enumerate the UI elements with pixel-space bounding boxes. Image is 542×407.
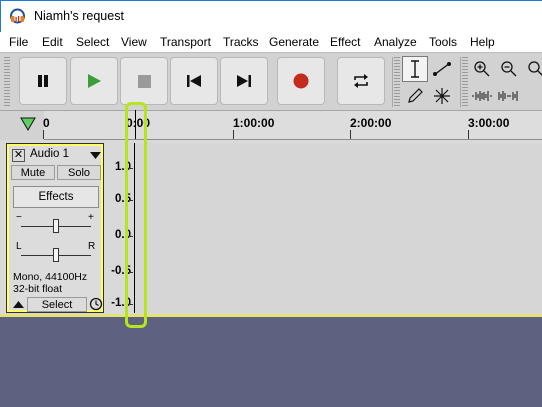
menu-analyze[interactable]: Analyze — [374, 35, 417, 49]
window-title: Niamh's request — [34, 9, 124, 23]
trim-audio-button[interactable] — [469, 83, 495, 109]
track-control-panel[interactable]: ✕ Audio 1 Mute Solo Effects − + L R Mono… — [6, 143, 104, 313]
envelope-icon — [433, 62, 451, 76]
play-icon — [88, 74, 101, 88]
title-bar: Niamh's request — [0, 0, 542, 32]
select-track-button[interactable]: Select — [27, 297, 87, 312]
play-head-triangle-icon[interactable] — [20, 117, 36, 131]
stop-button[interactable] — [120, 57, 168, 105]
mute-button[interactable]: Mute — [11, 165, 55, 180]
sync-lock-clock-icon — [89, 297, 103, 311]
tick-label: 3:00:00 — [468, 116, 510, 130]
pan-slider-thumb[interactable] — [53, 248, 59, 262]
gain-minus-label: − — [16, 212, 22, 223]
collapse-track-button[interactable] — [11, 297, 25, 311]
menu-edit[interactable]: Edit — [42, 35, 63, 49]
draw-tool-button[interactable] — [402, 83, 428, 109]
menu-file[interactable]: File — [9, 35, 28, 49]
tick-label: 1:00:00 — [233, 116, 275, 130]
waveform-area[interactable] — [134, 143, 542, 313]
audacity-logo-icon — [10, 8, 25, 24]
skip-to-end-button[interactable] — [220, 57, 268, 105]
menu-select[interactable]: Select — [76, 35, 109, 49]
menu-help[interactable]: Help — [470, 35, 495, 49]
cursor-highlight-annotation — [125, 102, 147, 328]
track-name[interactable]: Audio 1 — [30, 148, 69, 160]
zoom-out-button[interactable] — [496, 56, 522, 82]
menu-view[interactable]: View — [121, 35, 147, 49]
envelope-tool-button[interactable] — [429, 56, 455, 82]
toolbar-separator — [392, 57, 393, 107]
zoom-out-icon — [501, 61, 517, 77]
toolbar-separator — [460, 57, 461, 107]
menu-generate[interactable]: Generate — [269, 35, 319, 49]
tick-mark — [468, 130, 469, 139]
pan-right-label: R — [88, 241, 96, 252]
silence-audio-button[interactable] — [496, 83, 522, 109]
effects-button[interactable]: Effects — [13, 186, 99, 208]
track-bit-depth: 32-bit float — [13, 283, 63, 295]
zoom-in-button[interactable] — [469, 56, 495, 82]
empty-track-space[interactable] — [0, 320, 542, 407]
fit-selection-button[interactable] — [523, 56, 542, 82]
tick-mark — [350, 130, 351, 139]
silence-audio-icon — [498, 91, 518, 101]
loop-button[interactable] — [337, 57, 385, 105]
track-area: ✕ Audio 1 Mute Solo Effects − + L R Mono… — [0, 140, 542, 317]
toolbar-grip[interactable] — [4, 57, 10, 107]
menu-tracks[interactable]: Tracks — [223, 35, 259, 49]
tick-label: 0 — [43, 116, 50, 130]
pencil-icon — [408, 88, 423, 103]
menu-bar: File Edit Select View Transport Tracks G… — [0, 32, 542, 52]
zoom-fit-icon — [528, 61, 542, 76]
tick-mark — [233, 130, 234, 139]
multi-tool-button[interactable] — [429, 83, 455, 109]
track-format-info: Mono, 44100Hz 32-bit float — [13, 271, 87, 295]
zoom-in-icon — [474, 61, 490, 77]
trim-audio-icon — [472, 91, 492, 101]
record-icon — [293, 73, 309, 89]
play-button[interactable] — [70, 57, 118, 105]
close-track-button[interactable]: ✕ — [12, 149, 25, 162]
solo-button[interactable]: Solo — [57, 165, 101, 180]
timeline-ruler[interactable]: 0 0:00 1:00:00 2:00:00 3:00:00 — [0, 110, 542, 140]
toolbar-area — [0, 52, 542, 110]
gain-plus-label: + — [88, 212, 94, 223]
loop-icon — [354, 74, 368, 88]
collapse-triangle-icon — [12, 300, 24, 308]
skip-to-start-icon — [187, 75, 201, 87]
i-beam-icon — [411, 60, 419, 78]
pause-icon — [38, 75, 48, 87]
pause-button[interactable] — [19, 57, 67, 105]
menu-effect[interactable]: Effect — [330, 35, 360, 49]
skip-to-end-icon — [237, 75, 251, 87]
menu-transport[interactable]: Transport — [160, 35, 211, 49]
toolbar-grip[interactable] — [394, 57, 400, 107]
stop-icon — [137, 74, 151, 88]
track-menu-triangle-icon[interactable] — [90, 152, 101, 159]
skip-to-start-button[interactable] — [170, 57, 218, 105]
multi-tool-icon — [434, 88, 450, 104]
tick-label: 2:00:00 — [350, 116, 392, 130]
track-focus-border: ✕ Audio 1 Mute Solo Effects − + L R Mono… — [7, 144, 103, 312]
track-rate: Mono, 44100Hz — [13, 271, 88, 283]
selection-tool-button[interactable] — [402, 56, 428, 82]
gain-slider-thumb[interactable] — [53, 219, 59, 233]
menu-tools[interactable]: Tools — [429, 35, 457, 49]
pan-left-label: L — [16, 241, 22, 252]
record-button[interactable] — [277, 57, 325, 105]
close-icon: ✕ — [13, 149, 24, 161]
toolbar-grip[interactable] — [462, 57, 468, 107]
tick-mark — [43, 130, 44, 139]
